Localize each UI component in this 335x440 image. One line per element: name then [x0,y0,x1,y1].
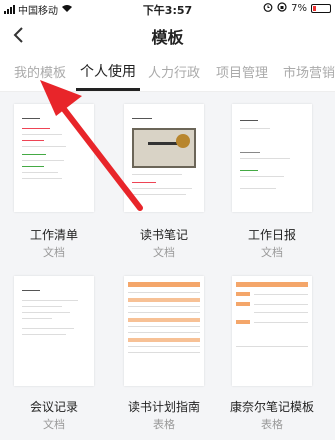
nav-bar: 模板 [0,18,335,52]
alarm-icon [263,2,273,15]
lock-rotation-icon [277,2,287,15]
battery-percent: 7% [291,3,307,14]
battery-icon [311,4,331,13]
template-name: 工作清单 [29,228,78,242]
tab-my-templates[interactable]: 我的模板 [14,62,66,81]
template-card[interactable] [232,104,312,212]
template-type: 文档 [153,246,175,259]
template-card[interactable] [232,276,312,386]
template-name: 读书计划指南 [127,400,200,414]
template-type: 文档 [43,418,65,431]
template-name: 工作日报 [247,228,296,242]
template-grid: 工作清单 文档 读书笔记 文档 工作日报 文档 会议记录 文档 读书计划指南 表… [0,92,335,440]
page-title: 模板 [151,28,184,47]
template-card[interactable] [14,104,94,212]
category-tabs: 我的模板 个人使用 人力行政 项目管理 市场营销 [0,56,335,90]
template-type: 表格 [261,418,283,431]
template-type: 表格 [153,418,175,431]
template-card[interactable] [124,276,204,386]
template-name: 会议记录 [29,400,78,414]
tab-personal[interactable]: 个人使用 [80,61,136,81]
template-card[interactable] [14,276,94,386]
status-bar: 中国移动 下午3:57 7% [0,0,335,18]
template-name: 读书笔记 [139,228,188,242]
status-right: 7% [263,2,331,15]
cover-image [132,128,196,168]
template-type: 文档 [43,246,65,259]
template-name: 康奈尔笔记模板 [229,400,314,414]
tab-project-mgmt[interactable]: 项目管理 [216,62,268,81]
tab-marketing[interactable]: 市场营销 [283,62,335,81]
template-type: 文档 [261,246,283,259]
template-card[interactable] [124,104,204,212]
tab-hr-admin[interactable]: 人力行政 [148,62,200,81]
